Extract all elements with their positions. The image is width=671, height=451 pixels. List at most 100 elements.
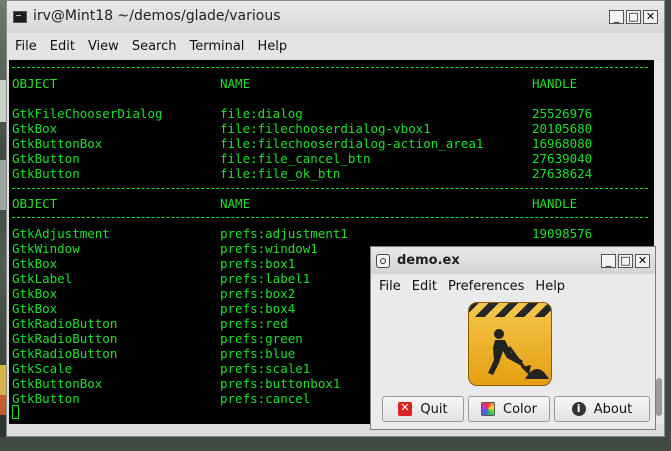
table-row: GtkButton prefs:cancel [12,391,310,406]
menu-help[interactable]: Help [257,39,287,54]
quit-label: Quit [420,401,448,417]
cell-name: prefs:red [220,316,288,331]
separator-line [12,67,648,68]
demo-titlebar[interactable]: demo.ex _ □ ✕ [371,247,655,274]
cell-name: file:filechooserdialog-action_area1 [220,136,484,151]
menu-terminal[interactable]: Terminal [189,39,244,54]
cell-object: GtkFileChooserDialog [12,106,163,121]
cell-name: prefs:cancel [220,391,311,406]
maximize-button[interactable]: □ [618,254,633,268]
menu-view[interactable]: View [88,39,119,54]
menu-help[interactable]: Help [535,279,565,294]
cell-object: GtkBox [12,256,58,271]
quit-icon [398,401,413,416]
table-row: GtkButton file:file_ok_btn 27638624 [12,166,592,181]
about-button[interactable]: About [554,396,650,422]
cell-object: GtkButton [12,166,80,181]
palette-icon [481,402,496,416]
cell-handle: 19098576 [532,226,593,241]
cell-object: GtkRadioButton [12,316,118,331]
table-row: GtkRadioButton prefs:green [12,331,303,346]
color-label: Color [503,401,537,417]
cell-object: GtkButton [12,151,80,166]
minimize-button[interactable]: _ [601,254,616,268]
cell-object: GtkBox [12,121,58,136]
cell-name: prefs:box1 [220,256,296,271]
cell-object: GtkBox [12,301,58,316]
cell-object: GtkAdjustment [12,226,110,241]
table-row: GtkScale prefs:scale1 [12,361,310,376]
menu-file[interactable]: File [15,39,37,54]
cell-object: GtkButtonBox [12,376,103,391]
table-row: GtkButton file:file_cancel_btn 27639040 [12,151,592,166]
header-name: NAME [220,196,251,211]
cell-handle: 27638624 [532,166,593,181]
table-row: GtkWindow prefs:window1 [12,241,318,256]
header-name: NAME [220,76,251,91]
header-object: OBJECT [12,76,58,91]
cell-name: prefs:label1 [220,271,311,286]
demo-title: demo.ex [397,253,460,268]
separator-line [12,217,648,218]
cell-object: GtkButtonBox [12,136,103,151]
cell-name: prefs:window1 [220,241,318,256]
terminal-cursor [12,405,19,419]
cell-name: prefs:box2 [220,286,296,301]
cell-handle: 25526976 [532,106,593,121]
cell-handle: 16968080 [532,136,593,151]
cell-object: GtkScale [12,361,73,376]
app-icon [376,254,390,268]
header-object: OBJECT [12,196,58,211]
table-row: GtkRadioButton prefs:red [12,316,288,331]
cell-name: prefs:blue [220,346,296,361]
quit-button[interactable]: Quit [382,396,464,422]
minimize-button[interactable]: _ [609,10,624,24]
cell-handle: 20105680 [532,121,593,136]
cell-name: file:file_cancel_btn [220,151,371,166]
terminal-title: irv@Mint18 ~/demos/glade/various [33,8,281,24]
close-button[interactable]: ✕ [643,10,658,24]
menu-search[interactable]: Search [132,39,177,54]
table-row: GtkBox file:filechooserdialog-vbox1 2010… [12,121,592,136]
under-construction-icon [468,302,552,386]
table-header: OBJECT NAME HANDLE [12,196,577,211]
cell-object: GtkButton [12,391,80,406]
about-label: About [593,401,633,417]
cell-name: prefs:box4 [220,301,296,316]
cell-name: prefs:buttonbox1 [220,376,341,391]
header-handle: HANDLE [532,196,578,211]
cell-object: GtkRadioButton [12,331,118,346]
cell-name: prefs:scale1 [220,361,311,376]
cell-handle: 27639040 [532,151,593,166]
table-row: GtkLabel prefs:label1 [12,271,310,286]
cell-name: file:filechooserdialog-vbox1 [220,121,431,136]
table-row: GtkRadioButton prefs:blue [12,346,295,361]
cell-object: GtkRadioButton [12,346,118,361]
demo-menubar: File Edit Preferences Help [371,274,655,298]
cell-name: file:file_ok_btn [220,166,341,181]
terminal-menubar: File Edit View Search Terminal Help [7,33,664,59]
table-row: GtkFileChooserDialog file:dialog 2552697… [12,106,592,121]
maximize-button[interactable]: □ [626,10,641,24]
menu-preferences[interactable]: Preferences [448,279,524,294]
table-row: GtkBox prefs:box1 [12,256,295,271]
terminal-titlebar[interactable]: irv@Mint18 ~/demos/glade/various _ □ ✕ [7,1,664,33]
table-header: OBJECT NAME HANDLE [12,76,577,91]
menu-file[interactable]: File [379,279,401,294]
scrollbar-thumb[interactable] [656,378,662,416]
cell-object: GtkLabel [12,271,73,286]
cell-name: file:dialog [220,106,303,121]
cell-object: GtkWindow [12,241,80,256]
terminal-icon [13,11,27,23]
table-row: GtkAdjustment prefs:adjustment1 19098576 [12,226,592,241]
menu-edit[interactable]: Edit [50,39,75,54]
color-button[interactable]: Color [468,396,550,422]
table-row: GtkBox prefs:box2 [12,286,295,301]
cell-name: prefs:green [220,331,303,346]
demo-window: demo.ex _ □ ✕ File Edit Preferences Help… [370,246,656,430]
table-row: GtkBox prefs:box4 [12,301,295,316]
close-button[interactable]: ✕ [635,254,650,268]
button-box: Quit Color About [382,396,650,422]
table-row: GtkButtonBox file:filechooserdialog-acti… [12,136,592,151]
menu-edit[interactable]: Edit [412,279,437,294]
